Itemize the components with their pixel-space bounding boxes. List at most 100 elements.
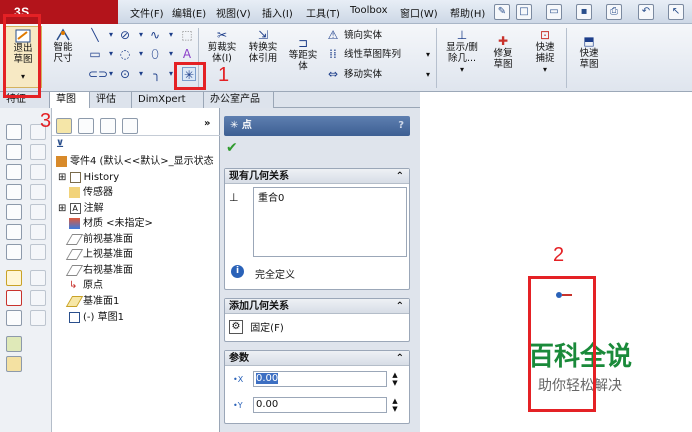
dropdown-arrow-icon[interactable]: ▾ (426, 49, 430, 60)
quick-snaps-button[interactable]: ⊡ 快速捕捉 ▾ (526, 26, 564, 86)
text-icon[interactable]: A (180, 47, 194, 61)
collapse-icon[interactable]: ⌃ (396, 169, 404, 184)
display-delete-relations-button[interactable]: ⊥ 显示/删除几... ▾ (442, 26, 482, 86)
repair-icon[interactable] (6, 290, 22, 306)
view-iso-icon[interactable] (6, 204, 22, 220)
fix-relation-button[interactable]: ⚙ 固定(F) (229, 319, 309, 337)
offset-entities-button[interactable]: ⊐ 等距实体 (284, 34, 322, 84)
feature-manager-tab-icon[interactable] (56, 118, 72, 134)
dropdown-arrow-icon[interactable]: ▾ (134, 28, 148, 42)
y-spinner[interactable]: ▲ ▼ (389, 397, 401, 413)
relation-item[interactable]: 重合0 (254, 188, 406, 205)
layer-properties-icon[interactable] (6, 356, 22, 372)
x-spinner[interactable]: ▲ ▼ (389, 371, 401, 387)
convert-entities-button[interactable]: ⇲ 转换实体引用 (244, 26, 282, 76)
help-icon[interactable]: ? (398, 116, 404, 136)
move-entities-button[interactable]: 移动实体 (344, 69, 382, 80)
mirror-entities-button[interactable]: 镜向实体 (344, 30, 382, 41)
config-manager-tab-icon[interactable] (100, 118, 116, 134)
polygon-icon[interactable]: ⊙ (118, 67, 132, 81)
relations-list[interactable]: 重合0 (253, 187, 407, 257)
tree-item-sensors[interactable]: 传感器 (69, 185, 113, 200)
view-front-icon[interactable] (6, 144, 22, 160)
tree-item-annotations[interactable]: ⊞ A 注解 (58, 201, 104, 216)
tree-item-right-plane[interactable]: 右视基准面 (65, 263, 133, 278)
3d-sketch-icon[interactable]: ⬚ (180, 28, 194, 42)
grid-icon[interactable] (30, 244, 46, 260)
menu-tools[interactable]: 工具(T) (306, 5, 340, 20)
x-coordinate-input[interactable]: 0.00 (253, 371, 387, 387)
save-icon[interactable]: ▪ (576, 4, 592, 20)
smart-dimension-button[interactable]: 智能尺寸 (46, 26, 80, 76)
view-bottom-icon[interactable] (6, 244, 22, 260)
tree-item-material[interactable]: 材质 <未指定> (69, 216, 153, 231)
menu-edit[interactable]: 编辑(E) (172, 5, 206, 20)
view-top-icon[interactable] (6, 164, 22, 180)
grid-icon[interactable] (30, 310, 46, 326)
layer-icon[interactable] (6, 336, 22, 352)
tree-item-front-plane[interactable]: 前视基准面 (65, 232, 133, 247)
dropdown-arrow-icon[interactable]: ▾ (426, 69, 430, 80)
linear-pattern-button[interactable]: 线性草图阵列 (344, 49, 401, 60)
grid-icon[interactable] (30, 204, 46, 220)
dropdown-arrow-icon[interactable]: ▾ (104, 67, 118, 81)
view-right-icon[interactable] (6, 184, 22, 200)
arc-icon[interactable]: ◌ (118, 47, 132, 61)
tree-item-origin[interactable]: ↳ 原点 (69, 278, 103, 293)
tree-item-plane1[interactable]: 基准面1 (65, 294, 119, 309)
slot-icon[interactable]: ⊂⊃ (88, 67, 108, 81)
new-document-icon[interactable]: □ (516, 4, 532, 20)
grid-icon[interactable] (30, 270, 46, 286)
display-manager-tab-icon[interactable] (122, 118, 138, 134)
dropdown-arrow-icon[interactable]: ▾ (164, 28, 178, 42)
open-folder-icon[interactable]: ▭ (546, 4, 562, 20)
grid-icon[interactable] (30, 144, 46, 160)
parameters-header[interactable]: 参数 ⌃ (225, 351, 409, 366)
tree-item-sketch1[interactable]: (-) 草图1 (69, 310, 124, 325)
menu-view[interactable]: 视图(V) (216, 5, 251, 20)
undo-icon[interactable]: ↶ (638, 4, 654, 20)
pin-icon[interactable]: ✎ (494, 4, 510, 20)
existing-relations-header[interactable]: 现有几何关系 ⌃ (225, 169, 409, 184)
line-icon[interactable]: ╲ (88, 28, 102, 42)
collapse-icon[interactable]: ⌃ (396, 351, 404, 366)
tree-item-top-plane[interactable]: 上视基准面 (65, 247, 133, 262)
tab-sketch[interactable]: 草图 (50, 92, 90, 108)
tab-office-products[interactable]: 办公室产品 (204, 92, 274, 108)
print-icon[interactable]: ⎙ (606, 4, 622, 20)
dropdown-arrow-icon[interactable]: ▾ (134, 67, 148, 81)
grid-icon[interactable] (30, 224, 46, 240)
view-back-icon[interactable] (6, 224, 22, 240)
tab-dimxpert[interactable]: DimXpert (132, 92, 204, 108)
tab-evaluate[interactable]: 评估 (90, 92, 132, 108)
menu-window[interactable]: 窗口(W) (400, 5, 438, 20)
expand-panel-icon[interactable]: » (204, 118, 210, 129)
select-cursor-icon[interactable]: ↖ (668, 4, 684, 20)
ok-checkmark-icon[interactable]: ✔ (226, 140, 238, 156)
fillet-icon[interactable]: ╮ (150, 67, 164, 81)
add-relations-header[interactable]: 添加几何关系 ⌃ (225, 299, 409, 314)
collapse-icon[interactable]: ⌃ (396, 299, 404, 314)
property-manager-tab-icon[interactable] (78, 118, 94, 134)
repair-sketch-button[interactable]: ✚ 修复草图 (484, 34, 522, 84)
filter-icon[interactable]: ⊻ (56, 139, 64, 150)
y-coordinate-input[interactable]: 0.00 (253, 397, 387, 413)
grid-icon[interactable] (30, 164, 46, 180)
menu-file[interactable]: 文件(F) (130, 5, 164, 20)
view-orientation-icon[interactable] (6, 124, 22, 140)
dropdown-arrow-icon[interactable]: ▾ (164, 47, 178, 61)
menu-help[interactable]: 帮助(H) (450, 5, 485, 20)
menu-toolbox[interactable]: Toolbox (350, 5, 388, 16)
sketch-icon[interactable] (6, 270, 22, 286)
grid-icon[interactable] (30, 184, 46, 200)
grid-icon[interactable] (30, 290, 46, 306)
rectangle-icon[interactable]: ▭ (88, 47, 102, 61)
relations-icon[interactable] (6, 310, 22, 326)
spline-icon[interactable]: ∿ (148, 28, 162, 42)
menu-insert[interactable]: 插入(I) (262, 5, 293, 20)
circle-icon[interactable]: ⊘ (118, 28, 132, 42)
tree-item-history[interactable]: ⊞ History (58, 170, 119, 185)
dropdown-arrow-icon[interactable]: ▾ (104, 28, 118, 42)
dropdown-arrow-icon[interactable]: ▾ (134, 47, 148, 61)
rapid-sketch-button[interactable]: ⬒ 快速草图 (570, 34, 608, 84)
